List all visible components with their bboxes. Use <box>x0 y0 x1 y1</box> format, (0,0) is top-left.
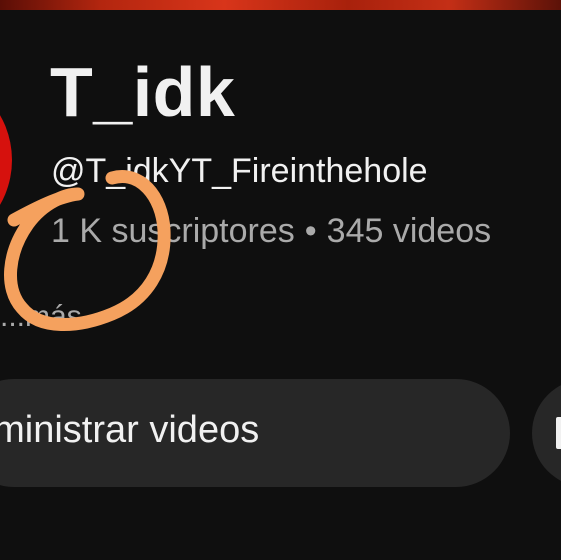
channel-handle: @T_idkYT_Fireinthehole <box>51 152 428 190</box>
stats-separator: • <box>304 212 317 250</box>
description-more-link[interactable]: ...más <box>0 300 82 334</box>
video-count: 345 videos <box>326 212 492 250</box>
channel-name: T_idk <box>50 53 236 131</box>
subscriber-count: 1 K suscriptores <box>51 212 295 250</box>
channel-stats: 1 K suscriptores • 345 videos <box>51 212 491 251</box>
edit-icon <box>556 417 561 449</box>
channel-page: T_idk @T_idkYT_Fireinthehole 1 K suscrip… <box>0 0 561 560</box>
manage-videos-label: dministrar videos <box>0 409 260 451</box>
secondary-action-button[interactable] <box>532 379 561 487</box>
channel-avatar[interactable] <box>0 70 12 250</box>
channel-banner[interactable] <box>0 0 561 10</box>
